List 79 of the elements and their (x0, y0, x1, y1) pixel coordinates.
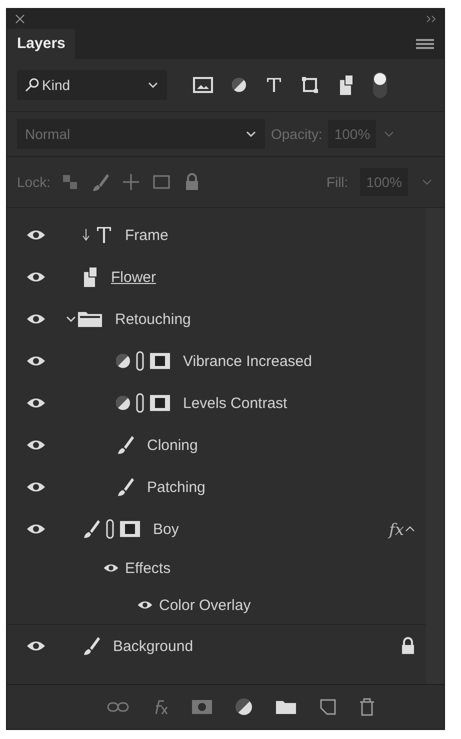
eye-icon[interactable] (26, 271, 46, 283)
brush-icon (115, 476, 135, 498)
brush-icon (81, 518, 101, 540)
fill-label: Fill: (326, 174, 348, 190)
checkerboard-icon[interactable] (62, 174, 78, 190)
lock-icon[interactable] (184, 173, 200, 191)
effects-label: Effects (125, 560, 171, 576)
artboard-icon[interactable] (152, 174, 172, 190)
smart-object-icon (337, 74, 355, 96)
link-icon (105, 519, 115, 539)
mask-thumbnail-icon (119, 520, 141, 538)
smart-object-icon (81, 266, 99, 288)
folder-icon (77, 310, 103, 328)
brush-icon (115, 434, 135, 456)
new-layer-icon[interactable] (318, 698, 336, 716)
collapse-icon[interactable] (426, 14, 436, 24)
layer-name: Frame (125, 226, 168, 244)
layer-row[interactable]: Cloning (7, 424, 426, 466)
eye-icon[interactable] (26, 355, 46, 367)
link-icon (135, 393, 145, 413)
lock-label: Lock: (17, 174, 50, 190)
adjustment-icon (231, 77, 247, 93)
opacity-label: Opacity: (271, 126, 322, 142)
type-icon (95, 225, 113, 245)
eye-icon[interactable] (26, 439, 46, 451)
mask-thumbnail-icon (149, 394, 171, 412)
mask-icon[interactable] (190, 699, 212, 715)
close-icon[interactable] (15, 14, 25, 24)
eye-icon[interactable] (103, 562, 119, 574)
layer-name: Retouching (115, 310, 191, 328)
scrollbar-track[interactable] (426, 208, 444, 684)
eye-icon[interactable] (137, 599, 153, 611)
layer-row[interactable]: Boy fx (7, 508, 426, 550)
link-icon[interactable] (106, 701, 128, 713)
eye-icon[interactable] (26, 397, 46, 409)
layer-row[interactable]: Background (7, 625, 426, 667)
adjustment-icon[interactable] (234, 698, 252, 716)
effect-name: Color Overlay (159, 596, 251, 614)
panel-tab[interactable]: Layers (7, 29, 76, 59)
layer-name: Patching (147, 478, 206, 496)
eye-icon[interactable] (26, 481, 46, 493)
eye-icon[interactable] (26, 229, 46, 241)
layer-name: Vibrance Increased (183, 352, 312, 370)
mask-thumbnail-icon (149, 352, 171, 370)
eye-icon[interactable] (26, 523, 46, 535)
eye-icon[interactable] (26, 313, 46, 325)
arrow-icon (81, 227, 91, 243)
brush-icon[interactable] (90, 172, 110, 192)
layer-row[interactable]: Vibrance Increased (7, 340, 426, 382)
layer-name: Flower (111, 268, 156, 286)
trash-icon[interactable] (358, 698, 374, 716)
layer-row[interactable]: Patching (7, 466, 426, 508)
layer-row[interactable]: Flower (7, 256, 426, 298)
search-icon (25, 78, 39, 92)
brush-icon (81, 635, 101, 657)
caret-icon[interactable] (245, 129, 257, 139)
filter-toggle[interactable] (373, 72, 387, 98)
layer-name: Levels Contrast (183, 394, 288, 412)
filter-dropdown[interactable]: Kind (17, 70, 167, 100)
layer-row[interactable]: Retouching (7, 298, 426, 340)
folder-icon[interactable] (274, 699, 296, 715)
caret-up-icon[interactable] (404, 524, 416, 534)
shape-icon[interactable] (301, 76, 319, 94)
caret-icon[interactable] (65, 314, 77, 324)
caret-icon[interactable] (147, 80, 159, 90)
adjustment-icon (115, 353, 131, 369)
type-icon[interactable] (265, 76, 283, 94)
link-icon (135, 351, 145, 371)
move-icon[interactable] (122, 173, 140, 191)
fx-label: fx (389, 520, 404, 538)
layer-name: Background (113, 638, 194, 654)
layer-row[interactable]: Frame (7, 214, 426, 256)
menu-icon[interactable] (416, 38, 434, 50)
image-icon[interactable] (193, 77, 213, 93)
eye-icon[interactable] (26, 640, 46, 652)
layer-name: Cloning (147, 436, 198, 454)
adjustment-icon (115, 395, 131, 411)
layer-row[interactable]: Levels Contrast (7, 382, 426, 424)
layer-name: Boy (153, 520, 179, 538)
